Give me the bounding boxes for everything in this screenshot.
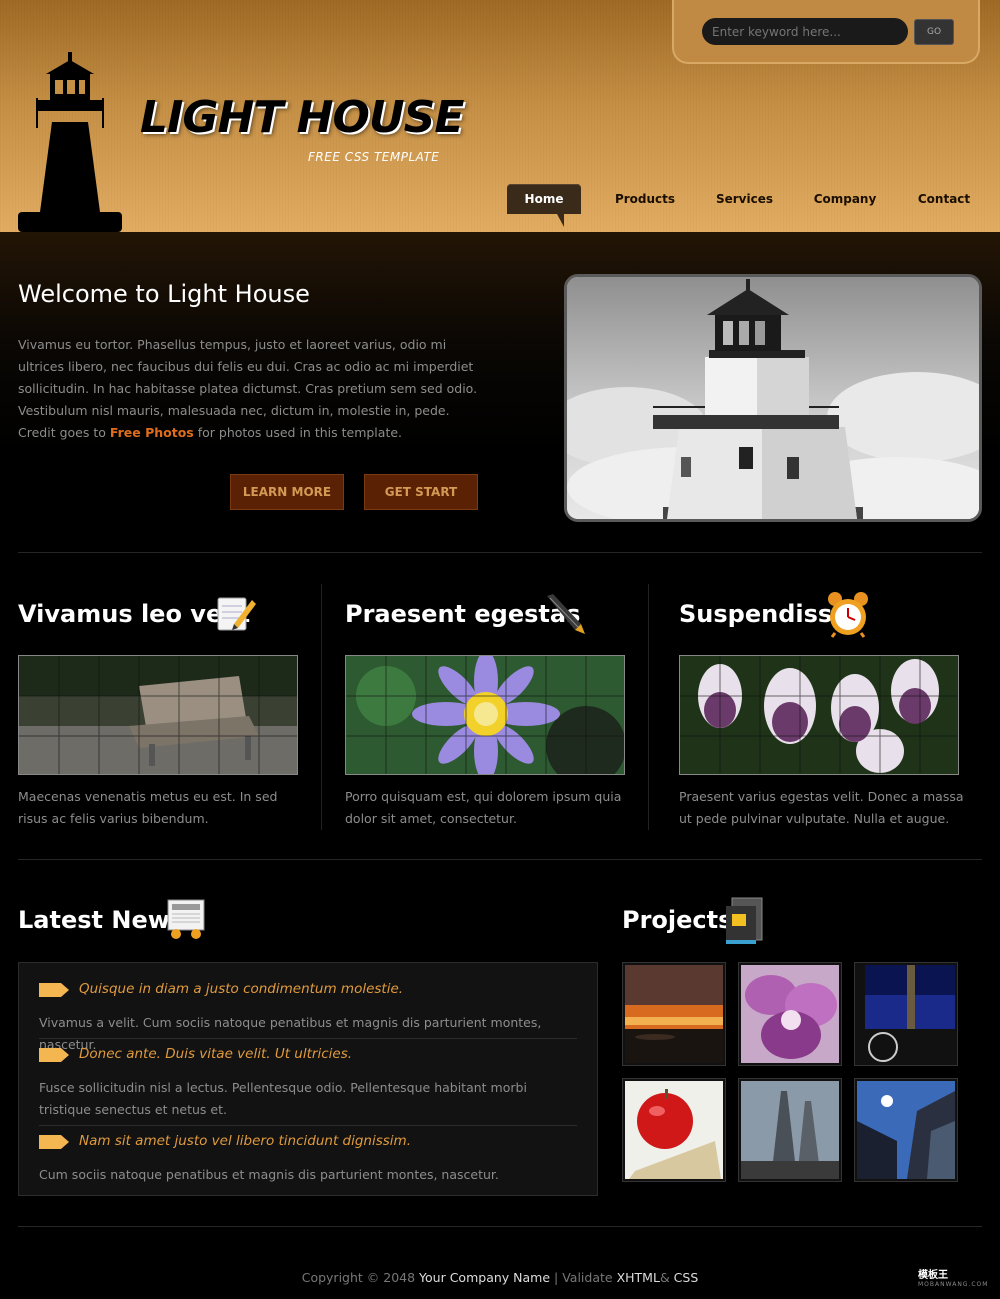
divider xyxy=(18,859,982,860)
validate-label: Validate xyxy=(562,1270,613,1285)
newspaper-icon xyxy=(167,899,205,939)
logo-title[interactable]: LIGHT HOUSE xyxy=(140,92,464,143)
nav-services[interactable]: Services xyxy=(707,184,782,214)
free-photos-link[interactable]: Free Photos xyxy=(110,425,194,440)
project-thumb-skyscrapers[interactable] xyxy=(738,1078,842,1182)
footer-separator: | xyxy=(554,1270,559,1285)
xhtml-link[interactable]: XHTML xyxy=(617,1270,660,1285)
arrow-bullet-icon xyxy=(39,1048,69,1062)
project-thumb-glass-buildings[interactable] xyxy=(854,1078,958,1182)
bench-photo xyxy=(18,655,298,775)
folder-book-icon xyxy=(726,897,763,944)
search-button[interactable]: GO xyxy=(914,19,954,45)
projects-title: Projects xyxy=(622,906,733,934)
welcome-title: Welcome to Light House xyxy=(18,280,310,308)
arrow-bullet-icon xyxy=(39,983,69,997)
learn-more-button[interactable]: LEARN MORE xyxy=(230,474,344,510)
site-header: LIGHT HOUSE FREE CSS TEMPLATE GO Home Pr… xyxy=(0,0,1000,232)
nav-contact[interactable]: Contact xyxy=(911,184,977,214)
divider xyxy=(18,552,982,553)
project-thumb-orchid[interactable] xyxy=(738,962,842,1066)
mobanwang-badge[interactable]: 模板王 MOBANWANG.COM xyxy=(918,1266,988,1288)
feature-text: Maecenas venenatis metus eu est. In sed … xyxy=(18,789,278,826)
css-link[interactable]: CSS xyxy=(674,1270,699,1285)
site-footer: Copyright © 2048 Your Company Name | Val… xyxy=(0,1270,1000,1285)
feature-title: Suspendisse xyxy=(679,600,849,628)
news-separator xyxy=(39,1125,577,1126)
copyright-text: Copyright © 2048 xyxy=(301,1270,416,1285)
welcome-text: Vivamus eu tortor. Phasellus tempus, jus… xyxy=(18,334,478,444)
search-panel: GO xyxy=(672,0,980,64)
welcome-banner: Welcome to Light House Vivamus eu tortor… xyxy=(0,232,1000,552)
logo-subtitle: FREE CSS TEMPLATE xyxy=(308,150,440,164)
feature-text: Praesent varius egestas velit. Donec a m… xyxy=(679,789,964,826)
news-headline[interactable]: Donec ante. Duis vitae velit. Ut ultrici… xyxy=(79,1046,352,1062)
news-body: Fusce sollicitudin nisl a lectus. Pellen… xyxy=(39,1080,527,1117)
lighthouse-photo xyxy=(564,274,982,522)
main-nav: Home Products Services Company Contact xyxy=(507,184,987,227)
lighthouse-logo-icon xyxy=(18,52,122,232)
alarm-clock-icon xyxy=(828,592,868,638)
nav-home[interactable]: Home xyxy=(507,184,581,227)
project-thumb-tower-window[interactable] xyxy=(854,962,958,1066)
news-separator xyxy=(39,1038,577,1039)
news-headline[interactable]: Quisque in diam a justo condimentum mole… xyxy=(79,981,403,997)
welcome-text-tail: for photos used in this template. xyxy=(197,425,403,440)
badge-url: MOBANWANG.COM xyxy=(918,1281,989,1288)
badge-label: 模板王 xyxy=(918,1270,948,1281)
daisies-photo xyxy=(679,655,959,775)
notepad-pencil-icon xyxy=(217,597,256,631)
project-thumb-sunset[interactable] xyxy=(622,962,726,1066)
news-box: Quisque in diam a justo condimentum mole… xyxy=(18,962,598,1196)
feature-text: Porro quisquam est, qui dolorem ipsum qu… xyxy=(345,789,622,826)
nav-products[interactable]: Products xyxy=(607,184,683,214)
news-headline[interactable]: Nam sit amet justo vel libero tincidunt … xyxy=(79,1133,411,1149)
arrow-bullet-icon xyxy=(39,1135,69,1149)
divider xyxy=(18,1226,982,1227)
fountain-pen-icon xyxy=(547,594,585,634)
latest-news-title: Latest News xyxy=(18,906,185,934)
project-thumb-apple[interactable] xyxy=(622,1078,726,1182)
get-start-button[interactable]: GET START xyxy=(364,474,478,510)
ampersand: & xyxy=(659,1270,670,1285)
column-divider xyxy=(321,584,322,830)
column-divider xyxy=(648,584,649,830)
company-name-link[interactable]: Your Company Name xyxy=(419,1270,550,1285)
water-lily-photo xyxy=(345,655,625,775)
search-input[interactable] xyxy=(702,18,908,45)
nav-company[interactable]: Company xyxy=(807,184,883,214)
news-body: Cum sociis natoque penatibus et magnis d… xyxy=(39,1167,499,1182)
